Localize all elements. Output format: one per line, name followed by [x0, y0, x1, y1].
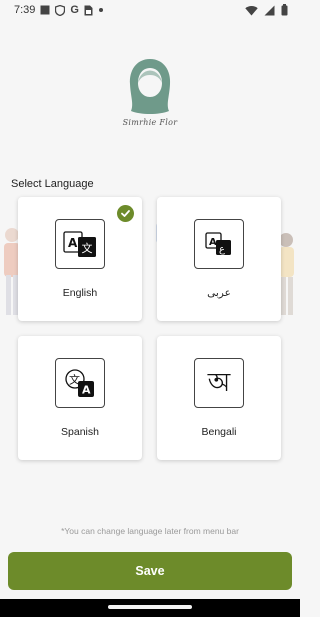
square-notification-icon [40, 5, 50, 15]
svg-text:ع: ع [219, 244, 225, 255]
battery-icon [281, 4, 288, 16]
sim-card-icon [84, 5, 93, 16]
dot-icon [98, 7, 104, 13]
translate-icon-arabic: A ع [194, 219, 244, 269]
svg-text:A: A [68, 236, 78, 250]
language-label: English [62, 287, 98, 299]
language-card-bengali[interactable]: অ Bengali [157, 336, 281, 460]
language-card-english[interactable]: A 文 English [18, 197, 142, 321]
language-label: Bengali [201, 426, 237, 438]
svg-text:文: 文 [82, 241, 93, 255]
google-icon: G [70, 4, 79, 16]
language-card-spanish[interactable]: 文 A Spanish [18, 336, 142, 460]
status-bar: 7:39 G [0, 0, 300, 20]
language-label: عربى [207, 287, 231, 299]
selected-check-icon [117, 205, 134, 222]
change-language-hint: *You can change language later from menu… [61, 526, 239, 536]
translate-icon-spanish: 文 A [55, 358, 105, 408]
home-gesture-handle[interactable] [108, 605, 192, 609]
svg-text:A: A [209, 237, 217, 248]
save-button[interactable]: Save [8, 552, 292, 590]
shield-icon [55, 4, 66, 16]
signal-icon [264, 5, 275, 16]
wifi-icon [245, 5, 258, 16]
language-label: Spanish [61, 426, 99, 438]
status-time: 7:39 [14, 4, 36, 16]
logo-text: Simrhie Flor [122, 118, 178, 127]
svg-text:A: A [82, 384, 91, 397]
translate-icon-english: A 文 [55, 219, 105, 269]
bengali-letter-icon: অ [194, 358, 244, 408]
select-language-label: Select Language [11, 178, 94, 190]
language-card-arabic[interactable]: A ع عربى [157, 197, 281, 321]
